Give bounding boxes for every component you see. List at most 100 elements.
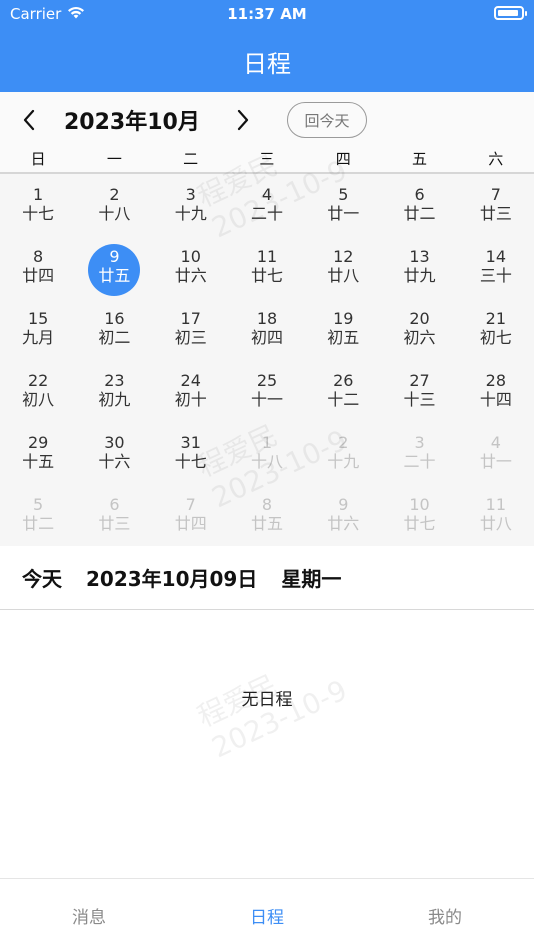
day-number: 4 [261,185,273,204]
tab-1[interactable]: 日程 [178,879,356,950]
calendar-day[interactable]: 2 十九 [305,422,381,484]
lunar-date: 廿五 [250,514,283,533]
day-number: 7 [185,495,196,514]
navigation-bar: Carrier 11:37 AM 日程 [0,0,534,92]
day-number: 27 [409,371,430,390]
lunar-date: 十一 [250,390,283,409]
calendar-day[interactable]: 3 十九 [153,174,229,236]
day-number: 28 [485,371,507,390]
lunar-date: 廿三 [98,514,131,533]
day-number: 22 [27,371,49,390]
lunar-date: 廿五 [98,266,131,285]
calendar-day[interactable]: 13 廿九 [381,236,457,298]
day-number: 29 [27,433,49,452]
calendar-day[interactable]: 28 十四 [458,360,534,422]
calendar-day[interactable]: 1 十七 [0,174,76,236]
calendar-day[interactable]: 5 廿一 [305,174,381,236]
day-number: 18 [256,309,278,328]
day-number: 31 [180,433,201,452]
weekday-label: 二 [183,150,199,168]
lunar-date: 三十 [479,266,512,285]
calendar-day[interactable]: 18 初四 [229,298,305,360]
calendar-day[interactable]: 15 九月 [0,298,76,360]
calendar-day[interactable]: 9 廿六 [305,484,381,546]
lunar-date: 初四 [250,328,283,347]
calendar-day[interactable]: 7 廿三 [458,174,534,236]
selected-date-row: 今天 2023年10月09日 星期一 [0,546,534,610]
calendar-day[interactable]: 29 十五 [0,422,76,484]
calendar-day[interactable]: 30 十六 [76,422,152,484]
lunar-date: 十三 [403,390,436,409]
calendar-day[interactable]: 3 二十 [381,422,457,484]
calendar-day[interactable]: 20 初六 [381,298,457,360]
lunar-date: 初八 [22,390,55,409]
weekday-label: 四 [335,150,351,168]
calendar-day[interactable]: 1 十八 [229,422,305,484]
schedule-list: 无日程 [0,611,534,879]
day-number: 10 [409,495,430,514]
calendar-day[interactable]: 27 十三 [381,360,457,422]
day-number: 6 [414,185,425,204]
lunar-date: 廿四 [174,514,207,533]
calendar-day[interactable]: 2 十八 [76,174,152,236]
calendar-day[interactable]: 23 初九 [76,360,152,422]
calendar-day[interactable]: 8 廿五 [229,484,305,546]
calendar-day[interactable]: 24 初十 [153,360,229,422]
calendar-day[interactable]: 26 十二 [305,360,381,422]
calendar-day[interactable]: 14 三十 [458,236,534,298]
lunar-date: 十六 [98,452,131,471]
lunar-date: 廿九 [403,266,436,285]
day-number: 3 [414,433,425,452]
lunar-date: 十八 [98,204,131,223]
lunar-date: 廿一 [327,204,360,223]
calendar-day[interactable]: 12 廿八 [305,236,381,298]
calendar-day[interactable]: 7 廿四 [153,484,229,546]
day-number: 5 [338,185,349,204]
calendar-day[interactable]: 6 廿三 [76,484,152,546]
calendar-day[interactable]: 16 初二 [76,298,152,360]
tab-0[interactable]: 消息 [0,879,178,950]
lunar-date: 廿一 [479,452,512,471]
lunar-date: 二十 [250,204,283,223]
day-number: 21 [485,309,507,328]
calendar-day[interactable]: 31 十七 [153,422,229,484]
day-number: 1 [33,185,44,204]
weekday-label: 五 [411,150,427,168]
back-to-today-button[interactable]: 回今天 [287,102,367,138]
tab-bar: 消息 日程 我的 [0,878,534,950]
calendar-day[interactable]: 8 廿四 [0,236,76,298]
calendar-day[interactable]: 5 廿二 [0,484,76,546]
calendar-day[interactable]: 4 二十 [229,174,305,236]
calendar-day[interactable]: 25 十一 [229,360,305,422]
next-month-button[interactable] [229,106,257,134]
day-number: 2 [109,185,120,204]
calendar-day[interactable]: 10 廿六 [153,236,229,298]
calendar-day[interactable]: 17 初三 [153,298,229,360]
calendar-day[interactable]: 11 廿八 [458,484,534,546]
day-number: 13 [409,247,430,266]
day-number: 17 [180,309,201,328]
lunar-date: 廿六 [327,514,360,533]
lunar-date: 初十 [174,390,207,409]
lunar-date: 十五 [22,452,55,471]
lunar-date: 十七 [22,204,55,223]
tab-2[interactable]: 我的 [356,879,534,950]
day-number: 9 [109,247,120,266]
calendar-day[interactable]: 11 廿七 [229,236,305,298]
calendar-day[interactable]: 6 廿二 [381,174,457,236]
calendar-day[interactable]: 22 初八 [0,360,76,422]
calendar-day[interactable]: 4 廿一 [458,422,534,484]
calendar-day[interactable]: 10 廿七 [381,484,457,546]
lunar-date: 初七 [479,328,512,347]
day-number: 11 [256,247,278,266]
weekday-label: 一 [106,150,122,168]
previous-month-button[interactable] [15,106,43,134]
calendar-day[interactable]: 21 初七 [458,298,534,360]
lunar-date: 廿七 [403,514,436,533]
calendar-day-selected[interactable]: 9 廿五 [76,236,152,298]
weekday-label: 六 [488,150,504,168]
calendar-day[interactable]: 19 初五 [305,298,381,360]
day-number: 5 [33,495,44,514]
selected-date: 2023年10月09日 [86,567,258,591]
lunar-date: 九月 [22,328,55,347]
